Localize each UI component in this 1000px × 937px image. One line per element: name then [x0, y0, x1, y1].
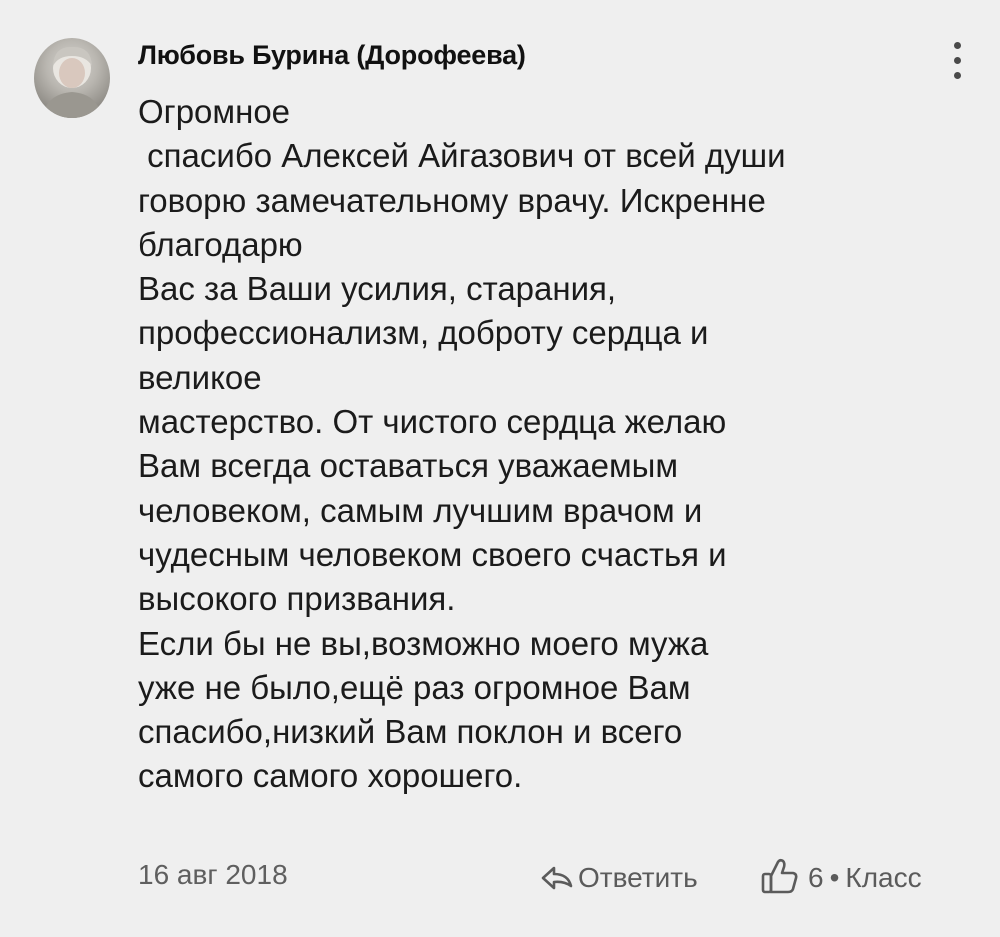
- comment-text-line: Вас за Ваши усилия, старания,: [138, 270, 617, 308]
- reply-arrow-icon: [541, 866, 573, 890]
- thumbs-up-icon[interactable]: [760, 856, 800, 901]
- more-vertical-icon[interactable]: [944, 40, 970, 80]
- comment-text-line: высокого призвания.: [138, 580, 456, 618]
- comment-text-line: Огромное: [138, 93, 291, 130]
- comment-date: 16 авг 2018: [138, 859, 288, 890]
- comment-text-line: Вам всегда оставаться уважаемым: [138, 447, 679, 485]
- comment-text: Огромное спасибо Алексей Айгазович от вс…: [138, 90, 958, 799]
- comment-text-line: мастерство. От чистого сердца желаю: [138, 403, 727, 441]
- comment-text-line: уже не было,ещё раз огромное Вам: [138, 668, 691, 706]
- comment-text-line: спасибо,низкий Вам поклон и всего: [138, 713, 683, 751]
- comment-text-line: человеком, самым лучшим врачом и: [138, 491, 703, 529]
- reply-label: Ответить: [578, 862, 698, 893]
- comment-text-line: самого самого хорошего.: [138, 757, 523, 795]
- comment-text-line: великое: [138, 358, 262, 396]
- separator-dot: •: [829, 862, 840, 893]
- comment-text-line: говорю замечательному врачу. Искренне: [138, 181, 766, 219]
- comment-text-line: чудесным человеком своего счастья и: [138, 535, 727, 573]
- like-group: 6 • Класс: [760, 856, 922, 900]
- reply-button[interactable]: Ответить: [540, 858, 698, 898]
- comment-text-line: спасибо Алексей Айгазович от всей души: [138, 137, 786, 175]
- comment-text-line: Если бы не вы,возможно моего мужа: [138, 624, 709, 662]
- like-button[interactable]: Класс: [845, 862, 921, 894]
- comment-text-line: благодарю: [138, 225, 303, 263]
- comment-card: Любовь Бурина (Дорофеева) Огромное спаси…: [0, 0, 1000, 937]
- author-name[interactable]: Любовь Бурина (Дорофеева): [138, 40, 526, 71]
- comment-text-line: профессионализм, доброту сердца и: [138, 314, 709, 352]
- avatar[interactable]: [34, 38, 110, 118]
- like-count[interactable]: 6: [808, 862, 824, 894]
